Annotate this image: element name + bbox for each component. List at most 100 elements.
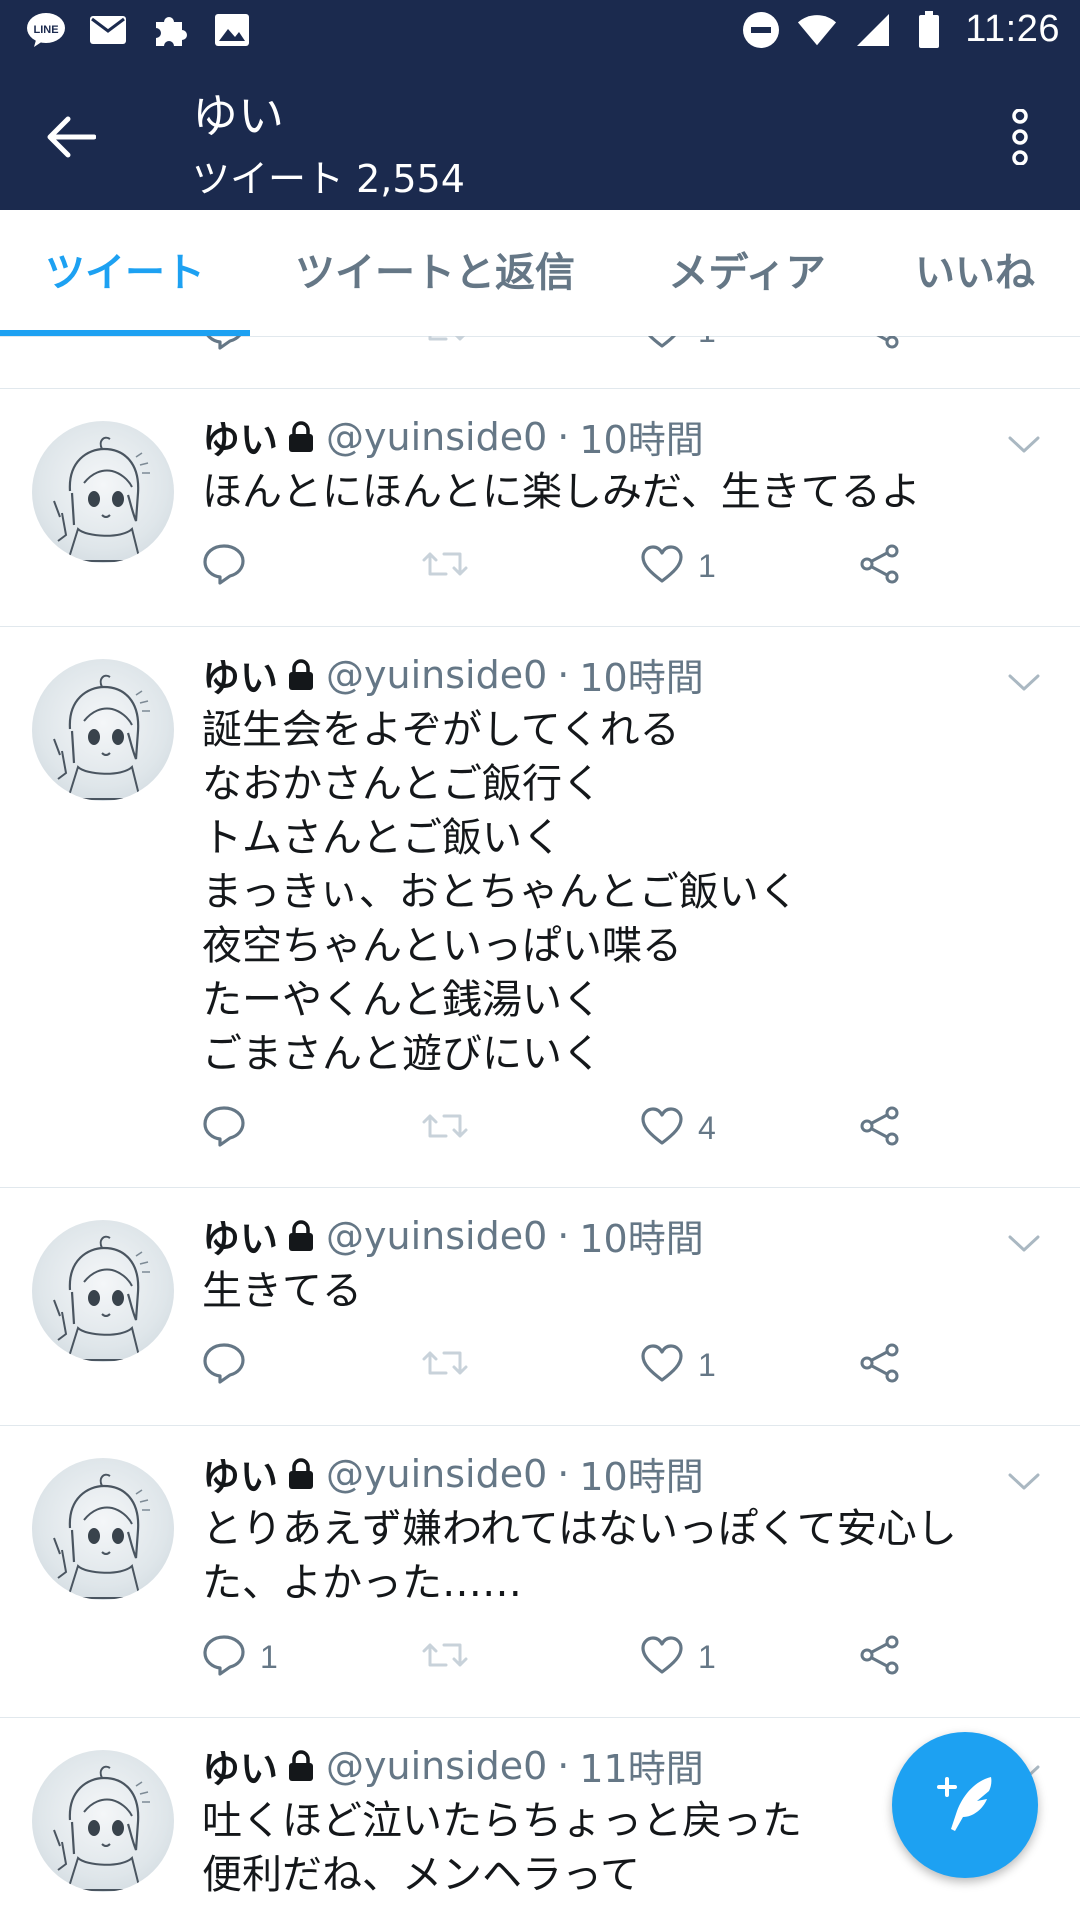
tab-media[interactable]: メディア xyxy=(640,210,854,336)
like-count: 1 xyxy=(698,1346,716,1383)
heart-icon xyxy=(640,1106,684,1150)
share-button[interactable] xyxy=(858,541,902,591)
tweet-text-line: た、よかった…… xyxy=(202,1560,522,1606)
share-icon xyxy=(858,1342,902,1388)
chevron-down-icon xyxy=(1007,435,1041,459)
separator-dot: · xyxy=(557,652,570,697)
tweet-text-line: まっきぃ、おとちゃんとご飯いく xyxy=(202,869,799,915)
reply-button[interactable] xyxy=(202,541,260,591)
heart-icon xyxy=(640,544,684,588)
reply-button[interactable] xyxy=(202,1340,260,1390)
compose-tweet-button[interactable] xyxy=(892,1732,1038,1878)
line-icon: LINE xyxy=(26,10,66,50)
avatar[interactable] xyxy=(32,421,174,563)
like-count: 1 xyxy=(698,1638,716,1675)
profile-app-bar: ゆい ツイート 2,554 xyxy=(0,62,1080,210)
separator-dot: · xyxy=(557,1213,570,1258)
tweet-options-button[interactable] xyxy=(1004,665,1044,705)
heart-icon xyxy=(640,1343,684,1387)
reply-icon xyxy=(202,1105,246,1151)
lock-icon xyxy=(286,420,316,453)
tweet-timeline[interactable]: 1 ゆい @yuinside0 · 10時間 ほんとにほんとに楽しみだ、生きてる… xyxy=(0,336,1080,1920)
share-button[interactable] xyxy=(858,336,902,356)
tweet[interactable]: ゆい @yuinside0 · 10時間 ほんとにほんとに楽しみだ、生きてるよ … xyxy=(0,389,1080,627)
svg-text:LINE: LINE xyxy=(33,24,58,36)
tweet-author-name: ゆい xyxy=(202,1217,279,1261)
tweet-timestamp: 11時間 xyxy=(579,1747,704,1791)
share-button[interactable] xyxy=(858,1103,902,1153)
tweet-text-line: 生きてる xyxy=(202,1268,362,1314)
tab-tweets[interactable]: ツイート xyxy=(0,210,250,336)
tab-tweets-and-replies[interactable]: ツイートと返信 xyxy=(270,210,600,336)
retweet-icon xyxy=(420,336,470,353)
separator-dot: · xyxy=(557,1743,570,1788)
tweet-author-handle: @yuinside0 xyxy=(326,1451,548,1496)
retweet-button[interactable] xyxy=(420,1632,470,1682)
tweet-options-button[interactable] xyxy=(1004,1464,1044,1504)
share-icon xyxy=(858,336,902,354)
tweet-author-name: ゆい xyxy=(202,1455,279,1499)
reply-icon xyxy=(202,336,246,354)
lock-icon xyxy=(286,658,316,691)
separator-dot: · xyxy=(557,1451,570,1496)
like-button[interactable]: 1 xyxy=(640,1632,716,1682)
like-button[interactable]: 1 xyxy=(640,541,716,591)
retweet-icon xyxy=(420,1106,470,1150)
tab-likes[interactable]: いいね xyxy=(890,210,1060,336)
overflow-menu-button[interactable] xyxy=(988,102,1052,172)
lock-icon xyxy=(286,1219,316,1252)
tweet-timestamp: 10時間 xyxy=(579,1455,704,1499)
tweet-timestamp: 10時間 xyxy=(579,656,704,700)
like-button[interactable]: 1 xyxy=(640,336,716,356)
tweet-count: ツイート 2,554 xyxy=(192,157,465,201)
tweet[interactable]: ゆい @yuinside0 · 10時間 とりあえず嫌われてはないっぽくて安心し… xyxy=(0,1426,1080,1718)
reply-count: 1 xyxy=(260,1638,278,1675)
profile-name: ゆい xyxy=(192,89,284,143)
tweet[interactable]: ゆい @yuinside0 · 10時間 誕生会をよぞがしてくれる なおかさんと… xyxy=(0,627,1080,1188)
retweet-button[interactable] xyxy=(420,1340,470,1390)
avatar[interactable] xyxy=(32,1458,174,1600)
partial-tweet-actions: 1 xyxy=(0,336,1080,389)
chevron-down-icon xyxy=(1007,673,1041,697)
profile-tabs: ツイート ツイートと返信 メディア いいね xyxy=(0,210,1080,337)
tweet-author-name: ゆい xyxy=(202,656,279,700)
tweet-text-line: ごまさんと遊びにいく xyxy=(202,1031,602,1077)
avatar[interactable] xyxy=(32,659,174,801)
chevron-down-icon xyxy=(1007,1472,1041,1496)
battery-icon xyxy=(909,10,949,50)
tweet-options-button[interactable] xyxy=(1004,427,1044,467)
retweet-icon xyxy=(420,1343,470,1387)
avatar[interactable] xyxy=(32,1220,174,1362)
compose-tweet-icon xyxy=(937,1777,992,1831)
tweet-text-line: 便利だね、メンヘラって xyxy=(202,1852,640,1898)
reply-icon xyxy=(202,1342,246,1388)
tweet-author-handle: @yuinside0 xyxy=(326,652,548,697)
avatar[interactable] xyxy=(32,1750,174,1892)
tweet-text-line: とりあえず嫌われてはないっぽくて安心し xyxy=(202,1506,957,1552)
retweet-button[interactable] xyxy=(420,541,470,591)
heart-icon xyxy=(640,1635,684,1679)
tweet-options-button[interactable] xyxy=(1004,1226,1044,1266)
reply-button[interactable] xyxy=(202,1103,260,1153)
reply-button[interactable] xyxy=(202,336,246,356)
tweet-text: とりあえず嫌われてはないっぽくて安心し た、よかった…… xyxy=(202,1502,1022,1610)
retweet-button[interactable] xyxy=(420,336,470,356)
share-button[interactable] xyxy=(858,1340,902,1390)
reply-button[interactable]: 1 xyxy=(202,1632,278,1682)
separator-dot: · xyxy=(557,414,570,459)
tweet[interactable]: ゆい @yuinside0 · 10時間 生きてる 1 xyxy=(0,1188,1080,1426)
wifi-icon xyxy=(797,10,837,50)
do-not-disturb-icon xyxy=(741,10,781,50)
like-button[interactable]: 1 xyxy=(640,1340,716,1390)
share-button[interactable] xyxy=(858,1632,902,1682)
tweet-text-line: ほんとにほんとに楽しみだ、生きてるよ xyxy=(202,469,921,515)
back-button[interactable] xyxy=(40,106,102,168)
share-icon xyxy=(858,1634,902,1680)
like-button[interactable]: 4 xyxy=(640,1103,716,1153)
tweet-text-line: 夜空ちゃんといっぱい喋る xyxy=(202,923,682,969)
retweet-button[interactable] xyxy=(420,1103,470,1153)
tweet-author-handle: @yuinside0 xyxy=(326,1213,548,1258)
signal-icon xyxy=(853,10,893,50)
heart-icon xyxy=(640,336,684,353)
retweet-icon xyxy=(420,544,470,588)
